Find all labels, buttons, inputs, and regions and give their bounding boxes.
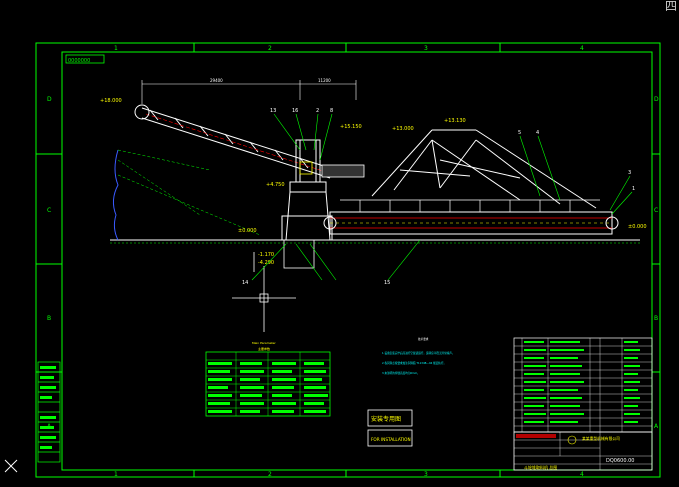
stamp-top-text: 安装专用图 (371, 415, 401, 423)
callout-13: 13 (270, 108, 276, 114)
yard-conveyor (329, 211, 613, 235)
elevation-upper-mid: +13.000 (392, 126, 414, 132)
tech-notes-title: 技术要求 (418, 337, 429, 341)
conveyor-supports (340, 199, 600, 212)
bucket-wheel (134, 104, 150, 120)
title-tag-text: 0000000 (68, 58, 90, 64)
tech-note-2: 2.各润滑点按要求加注润滑脂 T1134B—94 规定执行。 (382, 361, 446, 365)
elevation-left-mid: +4.750 (266, 182, 285, 188)
elevation-ground-left: ±0.000 (238, 228, 257, 234)
bucket-wheel-boom (141, 107, 331, 179)
parameter-table (205, 351, 331, 417)
row-label-d-right: D (654, 96, 659, 103)
row-label-c: C (47, 207, 51, 214)
dimension-top-2: 11200 (318, 78, 331, 83)
col-label-1-bottom: 1 (114, 471, 118, 478)
col-label-2: 2 (268, 45, 272, 52)
pile-slope-lines (117, 149, 261, 236)
row-labels: D C B A D C B A (47, 96, 659, 430)
elevation-top-left: +18.000 (100, 98, 122, 104)
col-label-1: 1 (114, 45, 118, 52)
callout-4: 4 (536, 130, 539, 136)
callout-14: 14 (242, 280, 248, 286)
drawing-frame (35, 42, 661, 478)
elevation-below-1: -1.170 (258, 252, 274, 258)
left-revision-fills (40, 366, 56, 449)
cad-drawing-canvas[interactable]: 1 2 3 4 1 2 3 4 D C B A D C B A 0000000 (0, 0, 679, 487)
row-label-c-right: C (654, 207, 658, 214)
elevation-labels: +18.000 +13.000 +13.130 +15.150 +4.750 ±… (100, 98, 647, 266)
row-label-b: B (47, 315, 51, 322)
callout-15: 15 (384, 280, 390, 286)
col-label-2-bottom: 2 (268, 471, 272, 478)
boom-conveyor-red (145, 113, 327, 173)
title-block-drawing-no: DQ0600.00 (606, 458, 634, 464)
callout-numbers: 13 16 2 8 5 4 3 1 14 15 (242, 108, 635, 286)
callout-3: 3 (628, 170, 631, 176)
ground-line (110, 239, 640, 244)
callout-1: 1 (632, 186, 635, 192)
tech-note-3: 3.未注明的焊缝高度均为6mm。 (382, 371, 420, 375)
parts-list-table (513, 337, 653, 433)
close-icon[interactable] (4, 459, 18, 473)
row-label-b-right: B (654, 315, 658, 322)
elevation-upper-right: +13.130 (444, 118, 466, 124)
col-label-4-bottom: 4 (580, 471, 584, 478)
parameter-table-title: Main Parameter (252, 341, 276, 345)
callout-2: 2 (316, 108, 319, 114)
title-block-footer: 斗轮堆取料机 总图 (524, 464, 557, 470)
callout-5: 5 (518, 130, 521, 136)
technical-notes: 技术要求 1.设备安装完毕后应进行空载试运行，运转应平稳无异常噪声。 2.各润滑… (382, 337, 455, 375)
tripper-truss (371, 129, 597, 209)
column-labels: 1 2 3 4 1 2 3 4 (114, 45, 584, 478)
stockpile-profile (112, 149, 119, 241)
row-label-d: D (47, 96, 52, 103)
elevation-ground-right: ±0.000 (628, 224, 647, 230)
col-label-3-bottom: 3 (424, 471, 428, 478)
callout-16: 16 (292, 108, 298, 114)
counterweight-boom (321, 164, 365, 178)
callout-8: 8 (330, 108, 333, 114)
title-block-company: 某某重型机械有限公司 (582, 436, 620, 441)
tech-note-1: 1.设备安装完毕后应进行空载试运行，运转应平稳无异常噪声。 (382, 351, 455, 355)
dimension-top-1: 29400 (210, 78, 223, 83)
crosshair-cursor (232, 266, 296, 332)
col-label-4: 4 (580, 45, 584, 52)
callout-leaders (251, 113, 633, 281)
stamp-bottom-text: FOR INSTALLATION (371, 437, 411, 442)
dimension-texts: 29400 11200 (210, 78, 331, 83)
dimension-lines (141, 80, 357, 104)
parameter-table-subtitle: 主要参数 (258, 346, 270, 351)
col-label-3: 3 (424, 45, 428, 52)
elevation-right-mid: +15.150 (340, 124, 362, 130)
row-label-a-right: A (654, 423, 659, 430)
